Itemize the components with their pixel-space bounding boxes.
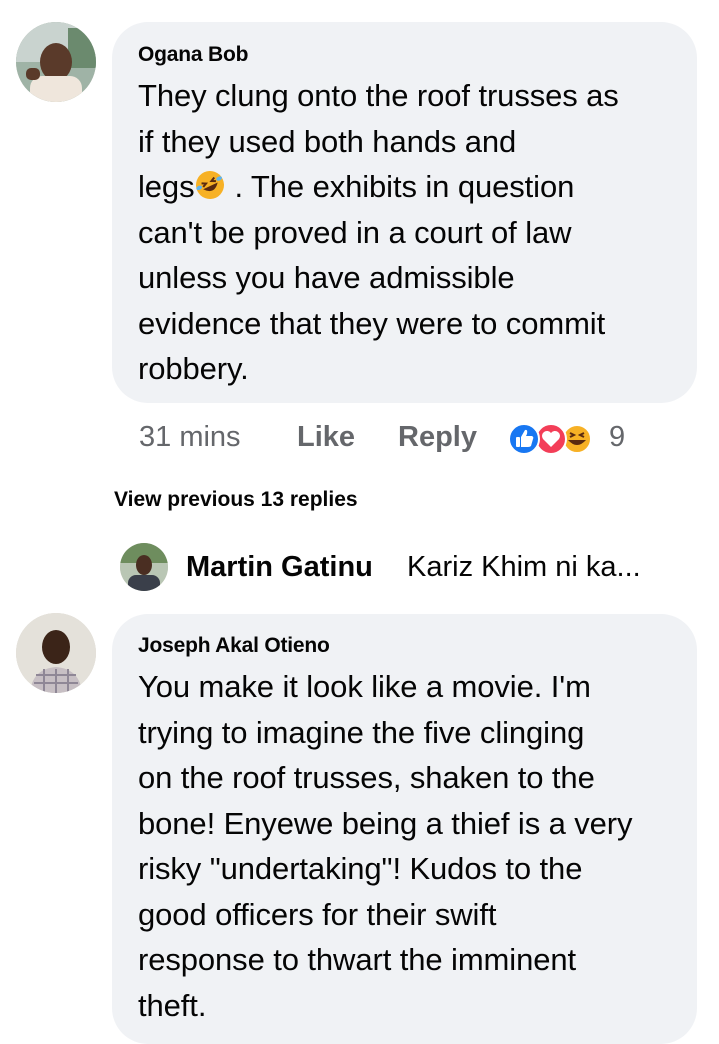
comment-line: if they used both hands and <box>138 123 517 159</box>
comment-line: good officers for their swift <box>138 896 497 932</box>
comment-line: risky "undertaking"! Kudos to the <box>138 851 583 886</box>
reactions-summary[interactable]: 9 <box>507 421 637 456</box>
reply-preview-author[interactable]: Martin Gatinu <box>186 551 373 584</box>
comment-line: response to thwart the imminent <box>138 942 576 977</box>
rofl-emoji-icon <box>196 171 225 199</box>
comment-line-part: . The exhibits in question <box>234 169 575 204</box>
love-reaction-icon <box>535 423 567 455</box>
comment-line: trying to imagine the five clinging <box>138 714 585 750</box>
reactions-icons <box>508 423 592 455</box>
avatar[interactable] <box>16 22 96 102</box>
avatar-photo <box>16 22 96 102</box>
comment-line: They clung onto the roof trusses as <box>138 78 619 113</box>
comment-line: unless you have admissible <box>138 260 515 295</box>
comment-line: legs . The exhibits in question <box>138 164 619 210</box>
view-previous-replies-link[interactable]: View previous 13 replies <box>114 488 358 512</box>
comment-line: You make it look like a movie. I'm <box>138 669 591 704</box>
reply-button[interactable]: Reply <box>398 421 477 454</box>
like-reaction-icon <box>508 423 540 455</box>
comment-line: can't be proved in a court of law <box>138 214 572 250</box>
reaction-count: 9 <box>609 421 626 453</box>
comment-line: robbery. <box>138 351 249 386</box>
comment-line: on the roof trusses, shaken to the <box>138 760 595 795</box>
comment-line: bone! Enyewe being a thief is a very <box>138 805 633 841</box>
like-button[interactable]: Like <box>297 421 355 454</box>
reply-avatar-photo <box>120 543 168 591</box>
comment-line: evidence that they were to commit <box>138 305 606 341</box>
comment-author[interactable]: Ogana Bob <box>138 43 248 67</box>
comment-line: theft. <box>138 987 207 1023</box>
comment-text: You make it look like a movie. I'm tryin… <box>138 664 633 1028</box>
comment-author[interactable]: Joseph Akal Otieno <box>138 634 330 658</box>
comment-text: They clung onto the roof trusses as if t… <box>138 73 619 392</box>
haha-reaction-icon <box>562 424 592 454</box>
comment-timestamp[interactable]: 31 mins <box>139 421 241 454</box>
avatar[interactable] <box>16 613 96 693</box>
avatar-photo <box>16 613 96 693</box>
reply-avatar[interactable] <box>120 543 168 591</box>
comment-line-part: legs <box>138 169 195 204</box>
reply-preview-text[interactable]: Kariz Khim ni ka... <box>407 551 641 584</box>
